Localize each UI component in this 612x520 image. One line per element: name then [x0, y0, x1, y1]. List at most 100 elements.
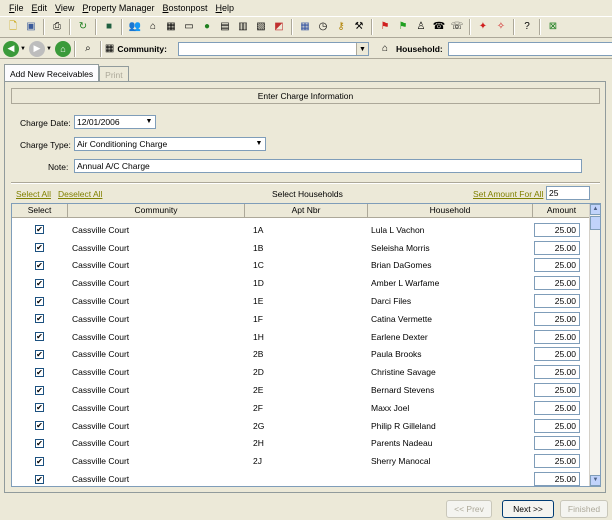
- table-row[interactable]: ✔ Cassville Court 2B Paula Brooks 25.00: [12, 346, 590, 364]
- scroll-down-icon[interactable]: ▼: [590, 475, 600, 486]
- charge-date-picker[interactable]: 12/01/2006 ▼: [74, 115, 156, 129]
- forward-icon[interactable]: ▶: [28, 40, 45, 57]
- phone-icon[interactable]: ☎: [431, 19, 447, 35]
- report-icon[interactable]: ▥: [235, 19, 251, 35]
- community-select[interactable]: ▼: [178, 42, 369, 56]
- menu-file[interactable]: File: [5, 3, 28, 13]
- card-icon[interactable]: ▭: [181, 19, 197, 35]
- select-checkbox[interactable]: ✔: [35, 314, 44, 324]
- table-row[interactable]: ✔ Cassville Court 2F Maxx Joel 25.00: [12, 399, 590, 417]
- amount-input[interactable]: 25.00: [534, 418, 580, 433]
- select-checkbox[interactable]: ✔: [35, 456, 44, 466]
- house-icon[interactable]: ⌂: [145, 19, 161, 35]
- new-icon[interactable]: 🗋: [5, 19, 21, 35]
- select-checkbox[interactable]: ✔: [35, 421, 44, 431]
- menu-view[interactable]: View: [51, 3, 78, 13]
- table-row[interactable]: ✔ Cassville Court 1E Darci Files 25.00: [12, 292, 590, 310]
- select-all-link[interactable]: Select All: [16, 189, 51, 199]
- save-icon[interactable]: ▣: [23, 19, 39, 35]
- select-checkbox[interactable]: ✔: [35, 278, 44, 288]
- search-icon[interactable]: ⌕: [80, 41, 96, 57]
- green-flag-icon[interactable]: ⚑: [395, 19, 411, 35]
- select-checkbox[interactable]: ✔: [35, 260, 44, 270]
- next-button[interactable]: Next >>: [502, 500, 554, 518]
- select-checkbox[interactable]: ✔: [35, 349, 44, 359]
- table-row[interactable]: ✔ Cassville Court 2E Bernard Stevens 25.00: [12, 381, 590, 399]
- person-icon[interactable]: ♙: [413, 19, 429, 35]
- calendar-icon[interactable]: ▦: [297, 19, 313, 35]
- menu-edit[interactable]: Edit: [28, 3, 52, 13]
- select-checkbox[interactable]: ✔: [35, 403, 44, 413]
- prev-button[interactable]: << Prev: [446, 500, 492, 518]
- table-row[interactable]: ✔ Cassville Court 1B Seleisha Morris 25.00: [12, 239, 590, 257]
- column-header-amount[interactable]: Amount: [533, 204, 590, 218]
- table-row[interactable]: ✔ Cassville Court 2H Parents Nadeau 25.00: [12, 435, 590, 453]
- amount-input[interactable]: 25.00: [534, 258, 580, 273]
- deselect-all-link[interactable]: Deselect All: [58, 189, 102, 199]
- amount-input[interactable]: 25.00: [534, 276, 580, 291]
- amount-input[interactable]: 25.00: [534, 400, 580, 415]
- select-checkbox[interactable]: ✔: [35, 332, 44, 342]
- select-checkbox[interactable]: ✔: [35, 296, 44, 306]
- table-row[interactable]: ✔ Cassville Court 1A Lula L Vachon 25.00: [12, 221, 590, 239]
- back-icon[interactable]: ◀: [3, 40, 19, 57]
- amount-input[interactable]: 25.00: [534, 436, 580, 451]
- column-header-select[interactable]: Select: [12, 204, 68, 218]
- column-header-apt-nbr[interactable]: Apt Nbr: [245, 204, 368, 218]
- scroll-up-icon[interactable]: ▲: [590, 204, 600, 215]
- set-amount-for-all-link[interactable]: Set Amount For All: [473, 189, 543, 199]
- print-icon[interactable]: ⎙: [49, 19, 65, 35]
- ledger-icon[interactable]: ▤: [217, 19, 233, 35]
- select-checkbox[interactable]: ✔: [35, 367, 44, 377]
- household-input[interactable]: [448, 42, 612, 56]
- phone-book-icon[interactable]: ☏: [449, 19, 465, 35]
- table-row[interactable]: ✔ Cassville Court 1F Catina Vermette 25.00: [12, 310, 590, 328]
- back-dropdown-icon[interactable]: ▼: [20, 46, 26, 52]
- amount-input[interactable]: 25.00: [534, 347, 580, 362]
- column-header-household[interactable]: Household: [368, 204, 533, 218]
- amount-input[interactable]: 25.00: [534, 294, 580, 309]
- table-row[interactable]: ✔ Cassville Court 2J Sherry Manocal 25.00: [12, 452, 590, 470]
- help-icon[interactable]: ?: [519, 19, 535, 35]
- amount-input[interactable]: 25.00: [534, 454, 580, 469]
- table-row[interactable]: ✔ Cassville Court 25.00: [12, 470, 590, 486]
- calculator-icon[interactable]: ■: [101, 19, 117, 35]
- table-row[interactable]: ✔ Cassville Court 1H Earlene Dexter 25.00: [12, 328, 590, 346]
- table-row[interactable]: ✔ Cassville Court 1D Amber L Warfame 25.00: [12, 274, 590, 292]
- select-checkbox[interactable]: ✔: [35, 474, 44, 484]
- forward-dropdown-icon[interactable]: ▼: [46, 46, 52, 52]
- table-row[interactable]: ✔ Cassville Court 2G Philip R Gilleland 25.0…: [12, 417, 590, 435]
- building-icon[interactable]: ▦: [163, 19, 179, 35]
- home-icon[interactable]: ⌂: [54, 40, 71, 57]
- red-flag-icon[interactable]: ⚑: [377, 19, 393, 35]
- charge-type-select[interactable]: Air Conditioning Charge ▼: [74, 137, 266, 151]
- vertical-scrollbar[interactable]: ▲ ▼: [589, 204, 600, 486]
- document-icon[interactable]: ▧: [253, 19, 269, 35]
- chart-icon[interactable]: ◩: [271, 19, 287, 35]
- refresh-icon[interactable]: ↻: [75, 19, 91, 35]
- tools-icon[interactable]: ⚒: [351, 19, 367, 35]
- finished-button[interactable]: Finished: [560, 500, 608, 518]
- select-checkbox[interactable]: ✔: [35, 438, 44, 448]
- table-row[interactable]: ✔ Cassville Court 2D Christine Savage 25.00: [12, 363, 590, 381]
- menu-bostonpost[interactable]: Bostonpost: [158, 3, 211, 13]
- runner-icon[interactable]: ✦: [475, 19, 491, 35]
- chevron-down-icon[interactable]: ▼: [253, 138, 265, 150]
- column-header-community[interactable]: Community: [68, 204, 245, 218]
- select-checkbox[interactable]: ✔: [35, 225, 44, 235]
- chevron-down-icon[interactable]: ▼: [356, 43, 368, 55]
- money-bag-icon[interactable]: ●: [199, 19, 215, 35]
- close-icon[interactable]: ⊠: [545, 19, 561, 35]
- clock-icon[interactable]: ◷: [315, 19, 331, 35]
- select-checkbox[interactable]: ✔: [35, 243, 44, 253]
- select-checkbox[interactable]: ✔: [35, 385, 44, 395]
- amount-input[interactable]: 25.00: [534, 472, 580, 486]
- menu-help[interactable]: Help: [212, 3, 239, 13]
- table-row[interactable]: ✔ Cassville Court 1C Brian DaGomes 25.00: [12, 257, 590, 275]
- scroll-thumb[interactable]: [590, 216, 600, 230]
- key-icon[interactable]: ⚷: [333, 19, 349, 35]
- amount-input[interactable]: 25.00: [534, 222, 580, 237]
- set-amount-input[interactable]: 25: [546, 186, 590, 200]
- amount-input[interactable]: 25.00: [534, 329, 580, 344]
- amount-input[interactable]: 25.00: [534, 311, 580, 326]
